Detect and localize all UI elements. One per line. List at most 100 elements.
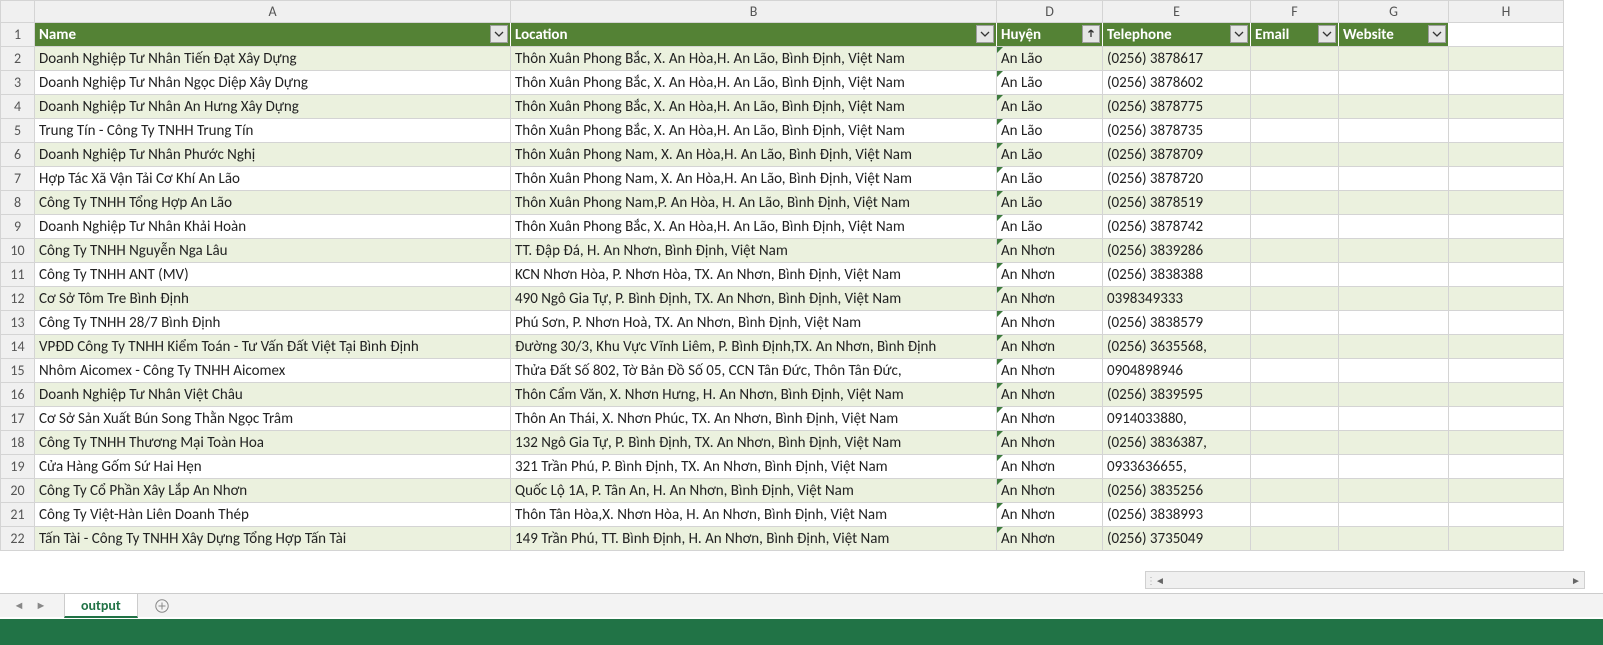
cell[interactable]	[1449, 143, 1564, 167]
cell[interactable]	[1449, 287, 1564, 311]
cell[interactable]: Công Ty TNHH ANT (MV)	[35, 263, 511, 287]
column-header-B[interactable]: B	[511, 1, 997, 23]
cell[interactable]: (0256) 3838993	[1103, 503, 1251, 527]
cell[interactable]	[1251, 143, 1339, 167]
cell[interactable]: An Lão	[997, 167, 1103, 191]
cell[interactable]: Doanh Nghiệp Tư Nhân Phước Nghị	[35, 143, 511, 167]
cell[interactable]: (0256) 3839286	[1103, 239, 1251, 263]
cell[interactable]	[1339, 119, 1449, 143]
cell[interactable]: (0256) 3635568,	[1103, 335, 1251, 359]
cell[interactable]	[1251, 311, 1339, 335]
cell[interactable]	[1339, 311, 1449, 335]
row-header[interactable]: 22	[1, 527, 35, 551]
cell[interactable]: An Lão	[997, 95, 1103, 119]
row-header[interactable]: 7	[1, 167, 35, 191]
cell[interactable]: An Nhơn	[997, 311, 1103, 335]
scroll-left-button[interactable]: ◄	[1152, 574, 1168, 587]
row-header[interactable]: 8	[1, 191, 35, 215]
cell[interactable]	[1339, 479, 1449, 503]
cell[interactable]	[1339, 215, 1449, 239]
cell[interactable]	[1251, 479, 1339, 503]
cell[interactable]	[1449, 191, 1564, 215]
column-header-F[interactable]: F	[1251, 1, 1339, 23]
cell[interactable]: Phú Sơn, P. Nhơn Hoà, TX. An Nhơn, Bình …	[511, 311, 997, 335]
cell[interactable]: 321 Trần Phú, P. Bình Định, TX. An Nhơn,…	[511, 455, 997, 479]
cell[interactable]: An Nhơn	[997, 479, 1103, 503]
cell[interactable]	[1449, 503, 1564, 527]
cell[interactable]: Thôn Xuân Phong Bắc, X. An Hòa,H. An Lão…	[511, 95, 997, 119]
cell[interactable]: An Nhơn	[997, 383, 1103, 407]
cell[interactable]	[1449, 479, 1564, 503]
cell[interactable]	[1251, 47, 1339, 71]
cell[interactable]: Công Ty Việt-Hàn Liên Doanh Thép	[35, 503, 511, 527]
cell[interactable]	[1339, 143, 1449, 167]
horizontal-scrollbar[interactable]: ⋮ ◄ ►	[1145, 571, 1585, 589]
cell[interactable]	[1251, 335, 1339, 359]
table-header-cell[interactable]: Email	[1251, 23, 1339, 47]
cell[interactable]	[1339, 287, 1449, 311]
cell[interactable]: Doanh Nghiệp Tư Nhân Việt Châu	[35, 383, 511, 407]
cell[interactable]	[1449, 383, 1564, 407]
column-header-E[interactable]: E	[1103, 1, 1251, 23]
row-header[interactable]: 2	[1, 47, 35, 71]
cell[interactable]	[1251, 359, 1339, 383]
cell[interactable]: 0398349333	[1103, 287, 1251, 311]
cell[interactable]: Công Ty TNHH Tổng Hợp An Lão	[35, 191, 511, 215]
cell[interactable]: Nhôm Aicomex - Công Ty TNHH Aicomex	[35, 359, 511, 383]
cell[interactable]: Doanh Nghiệp Tư Nhân Khải Hoàn	[35, 215, 511, 239]
cell[interactable]	[1339, 47, 1449, 71]
cell[interactable]	[1251, 407, 1339, 431]
cell[interactable]: Thôn Xuân Phong Nam,P. An Hòa, H. An Lão…	[511, 191, 997, 215]
cell[interactable]: Thôn Tân Hòa,X. Nhơn Hòa, H. An Nhơn, Bì…	[511, 503, 997, 527]
table-header-cell[interactable]: Location	[511, 23, 997, 47]
cell[interactable]	[1339, 431, 1449, 455]
row-header[interactable]: 20	[1, 479, 35, 503]
cell[interactable]	[1449, 407, 1564, 431]
cell[interactable]	[1449, 455, 1564, 479]
cell[interactable]: An Nhơn	[997, 263, 1103, 287]
cell[interactable]	[1251, 215, 1339, 239]
row-header[interactable]: 6	[1, 143, 35, 167]
cell[interactable]: An Nhơn	[997, 407, 1103, 431]
cell[interactable]: Thửa Đất Số 802, Tờ Bản Đồ Số 05, CCN Tâ…	[511, 359, 997, 383]
cell[interactable]	[1251, 455, 1339, 479]
cell[interactable]: Thôn Xuân Phong Bắc, X. An Hòa,H. An Lão…	[511, 47, 997, 71]
cell[interactable]: Công Ty Cổ Phần Xây Lắp An Nhơn	[35, 479, 511, 503]
cell[interactable]	[1339, 503, 1449, 527]
cell[interactable]: An Lão	[997, 71, 1103, 95]
cell[interactable]	[1449, 359, 1564, 383]
cell[interactable]	[1251, 167, 1339, 191]
row-header[interactable]: 14	[1, 335, 35, 359]
row-header[interactable]: 12	[1, 287, 35, 311]
table-header-cell[interactable]	[1449, 23, 1564, 47]
cell[interactable]: Thôn Xuân Phong Bắc, X. An Hòa,H. An Lão…	[511, 215, 997, 239]
cell[interactable]	[1251, 239, 1339, 263]
cell[interactable]	[1449, 431, 1564, 455]
cell[interactable]	[1449, 527, 1564, 551]
cell[interactable]: An Nhơn	[997, 455, 1103, 479]
cell[interactable]: Thôn Cẩm Văn, X. Nhơn Hưng, H. An Nhơn, …	[511, 383, 997, 407]
cell[interactable]: (0256) 3878602	[1103, 71, 1251, 95]
cell[interactable]	[1339, 191, 1449, 215]
cell[interactable]: An Lão	[997, 191, 1103, 215]
row-header[interactable]: 17	[1, 407, 35, 431]
cell[interactable]	[1449, 215, 1564, 239]
cell[interactable]: Hợp Tác Xã Vận Tải Cơ Khí An Lão	[35, 167, 511, 191]
cell[interactable]: An Nhơn	[997, 359, 1103, 383]
cell[interactable]: An Nhơn	[997, 287, 1103, 311]
cell[interactable]: (0256) 3878709	[1103, 143, 1251, 167]
cell[interactable]	[1339, 527, 1449, 551]
cell[interactable]: Thôn Xuân Phong Nam, X. An Hòa,H. An Lão…	[511, 167, 997, 191]
cell[interactable]: Doanh Nghiệp Tư Nhân Tiến Đạt Xây Dựng	[35, 47, 511, 71]
cell[interactable]	[1251, 95, 1339, 119]
cell[interactable]	[1449, 119, 1564, 143]
sheet-nav-prev[interactable]: ◄	[8, 596, 30, 616]
row-header[interactable]: 9	[1, 215, 35, 239]
cell[interactable]: 0914033880,	[1103, 407, 1251, 431]
cell[interactable]	[1251, 263, 1339, 287]
row-header[interactable]: 4	[1, 95, 35, 119]
cell[interactable]: 132 Ngô Gia Tự, P. Bình Định, TX. An Nhơ…	[511, 431, 997, 455]
cell[interactable]	[1251, 431, 1339, 455]
cell[interactable]	[1339, 95, 1449, 119]
row-header[interactable]: 18	[1, 431, 35, 455]
